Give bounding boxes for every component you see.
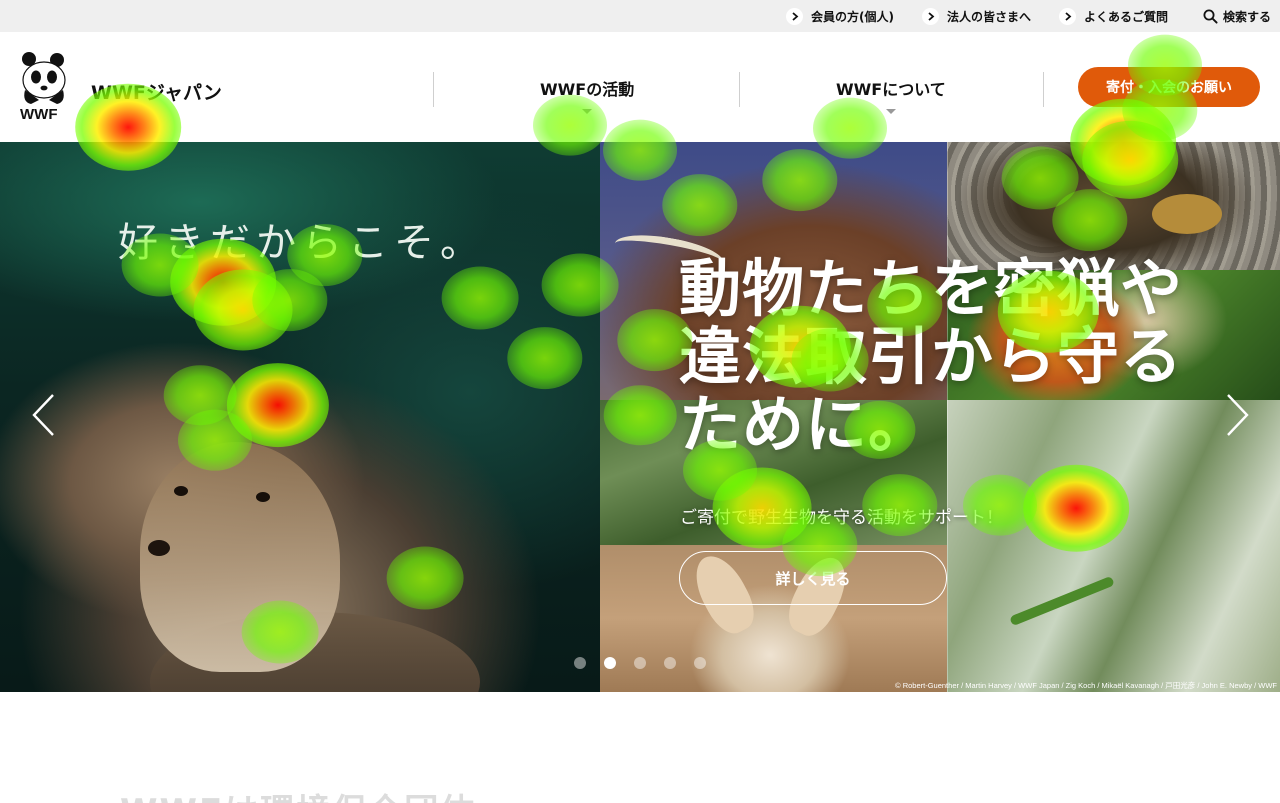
hero-heading: 動物たちを密猟や 違法取引から守る ために。 bbox=[679, 255, 1239, 459]
prev-slide-button[interactable] bbox=[29, 392, 57, 438]
turtle-photo bbox=[947, 142, 1280, 270]
carousel-dot[interactable] bbox=[574, 657, 586, 669]
section-heading: WWFは環境保全団体 bbox=[120, 784, 476, 803]
main-header: WWF WWFジャパン WWFの活動 WWFについて 寄付・入会のお願い bbox=[0, 32, 1280, 142]
prev-arrow-icon bbox=[32, 394, 54, 436]
carousel-dot[interactable] bbox=[694, 657, 706, 669]
chevron-right-icon bbox=[786, 7, 803, 25]
donate-label: 寄付・入会のお願い bbox=[1106, 80, 1232, 96]
next-arrow-icon bbox=[1227, 394, 1249, 436]
otter-photo: 好きだからこそ。 bbox=[0, 142, 600, 692]
hero-tagline: 好きだからこそ。 bbox=[118, 220, 486, 266]
carousel-dot[interactable] bbox=[604, 657, 616, 669]
chevron-right-icon bbox=[922, 7, 939, 25]
nav-item-label: WWFの活動 bbox=[540, 80, 635, 99]
otter-nose bbox=[148, 540, 170, 556]
hero-heading-line: 違法取引から守る bbox=[679, 320, 1184, 393]
hero-subtext: ご寄付で野生生物を守る活動をサポート！ bbox=[680, 508, 1003, 528]
util-link-members[interactable]: 会員の方(個人) bbox=[786, 6, 894, 26]
logo-wordmark: WWF bbox=[20, 106, 58, 123]
next-slide-button[interactable] bbox=[1224, 392, 1252, 438]
search-icon bbox=[1203, 9, 1218, 24]
util-link-label: よくあるご質問 bbox=[1084, 9, 1169, 24]
nav-divider bbox=[433, 72, 434, 107]
otter-head-shape bbox=[140, 442, 340, 672]
search-button[interactable]: 検索する bbox=[1203, 6, 1271, 26]
otter-eye bbox=[256, 492, 270, 502]
caret-down-icon bbox=[885, 109, 896, 114]
site-name[interactable]: WWFジャパン bbox=[91, 78, 222, 105]
nav-divider bbox=[739, 72, 740, 107]
hero-heading-line: ために。 bbox=[679, 388, 932, 461]
photo-credit: © Robert-Guenther / Martin Harvey / WWF … bbox=[895, 681, 1277, 690]
hero-carousel: 好きだからこそ。 動物たちを密猟や 違法取引から守る ために。 ご寄付で野生生物… bbox=[0, 142, 1280, 692]
util-link-label: 会員の方(個人) bbox=[811, 9, 894, 24]
utility-bar: 会員の方(個人) 法人の皆さまへ よくあるご質問 検索する bbox=[0, 0, 1280, 32]
nav-divider bbox=[1043, 72, 1044, 107]
carousel-dots bbox=[574, 657, 706, 671]
details-label: 詳しく見る bbox=[775, 569, 851, 588]
hero-heading-line: 動物たちを密猟や bbox=[679, 252, 1184, 325]
turtle-head bbox=[1152, 194, 1222, 234]
details-button[interactable]: 詳しく見る bbox=[679, 551, 947, 605]
donate-button[interactable]: 寄付・入会のお願い bbox=[1078, 67, 1260, 107]
nav-item-about[interactable]: WWFについて bbox=[836, 76, 946, 114]
search-label: 検索する bbox=[1223, 9, 1272, 24]
panda-logo[interactable]: WWF bbox=[19, 50, 69, 123]
chevron-right-icon bbox=[1059, 7, 1076, 25]
util-link-corporate[interactable]: 法人の皆さまへ bbox=[922, 6, 1031, 26]
lizard-shape bbox=[1009, 575, 1115, 627]
otter-eye bbox=[174, 486, 188, 496]
nav-item-label: WWFについて bbox=[836, 80, 946, 99]
carousel-dot[interactable] bbox=[634, 657, 646, 669]
util-link-label: 法人の皆さまへ bbox=[947, 9, 1032, 24]
nav-item-activities[interactable]: WWFの活動 bbox=[540, 76, 635, 114]
util-link-faq[interactable]: よくあるご質問 bbox=[1059, 6, 1168, 26]
caret-down-icon bbox=[582, 109, 593, 114]
carousel-dot[interactable] bbox=[664, 657, 676, 669]
